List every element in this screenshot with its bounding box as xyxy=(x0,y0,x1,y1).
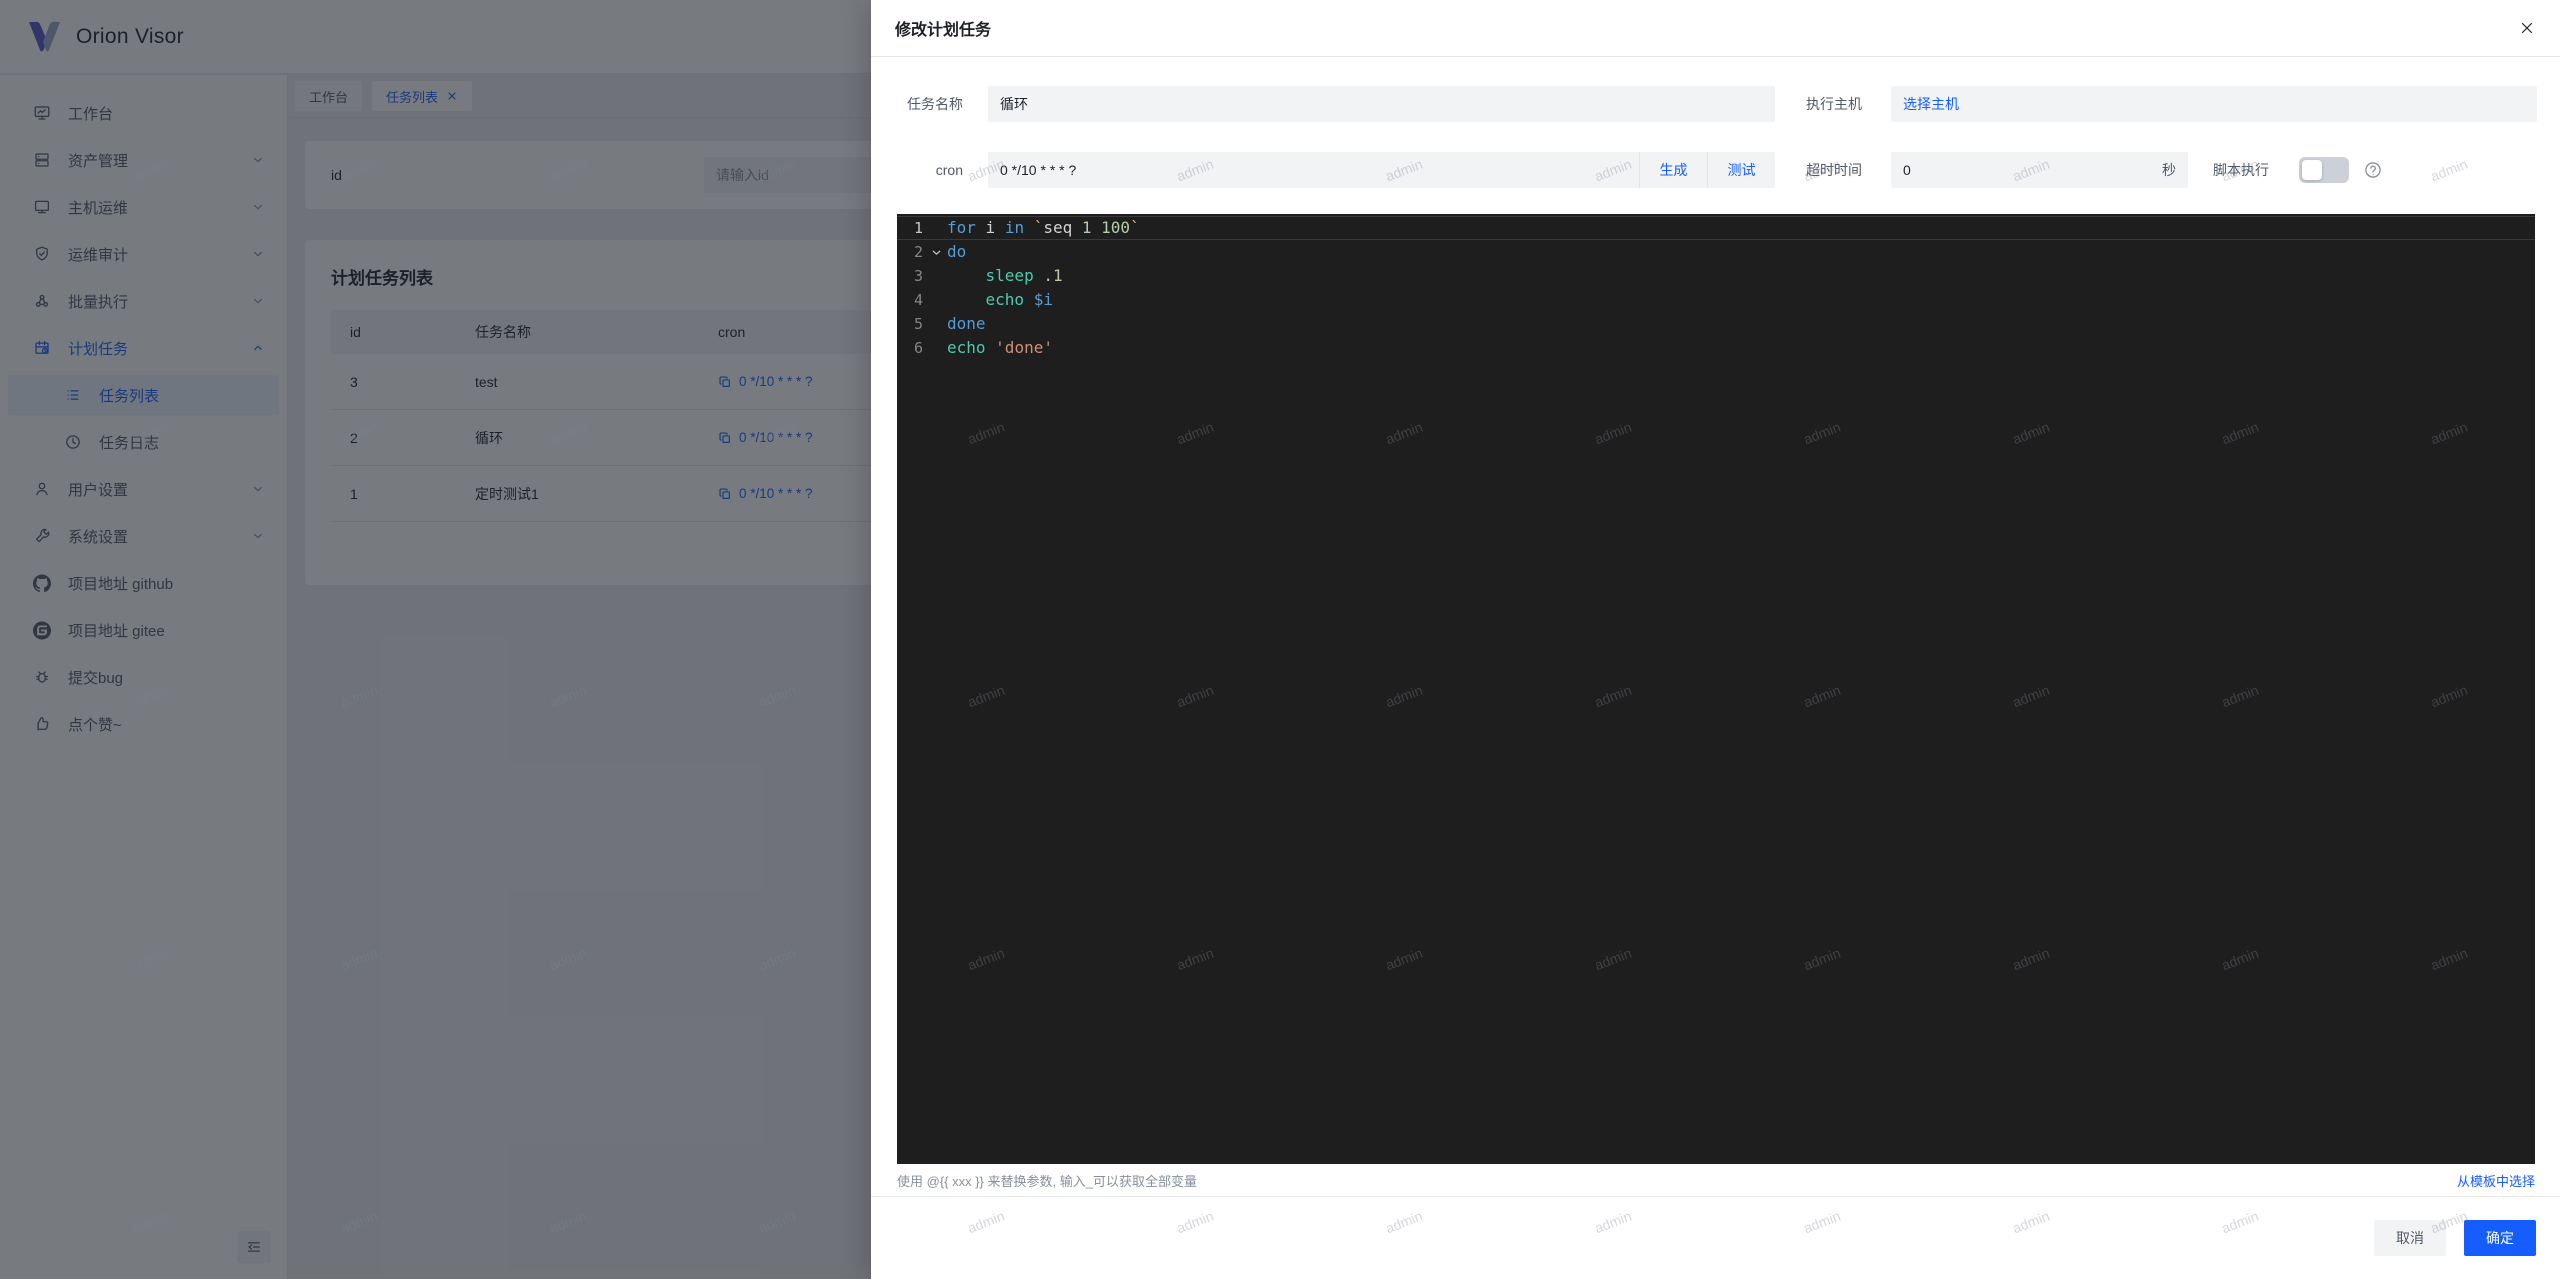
modal-body: 任务名称 执行主机 选择主机 cron 生成 测试 超时时间 秒 脚本执行 xyxy=(871,57,2560,1196)
cron-field: 生成 测试 xyxy=(988,152,1775,188)
ok-button[interactable]: 确定 xyxy=(2464,1220,2536,1256)
cancel-button[interactable]: 取消 xyxy=(2374,1220,2446,1256)
timeout-input[interactable] xyxy=(1891,162,2162,178)
question-circle-icon[interactable] xyxy=(2363,160,2383,180)
param-hint-text: 使用 @{{ xxx }} 来替换参数, 输入_可以获取全部变量 xyxy=(897,1173,1197,1189)
line-number: 5 xyxy=(913,315,923,333)
fold-gutter xyxy=(923,312,947,336)
script-exec-toggle[interactable] xyxy=(2299,157,2349,183)
modal-header: 修改计划任务 xyxy=(871,0,2560,57)
timeout-label: 超时时间 xyxy=(1806,162,1862,178)
cron-input[interactable] xyxy=(988,152,1639,188)
toggle-knob xyxy=(2302,160,2322,180)
task-name-input[interactable] xyxy=(988,86,1775,122)
code-line[interactable]: 4 echo $i xyxy=(897,288,2535,312)
cron-test-button[interactable]: 测试 xyxy=(1707,152,1775,188)
code-line[interactable]: 1 for i in `seq 1 100` xyxy=(897,216,2535,240)
modal-title: 修改计划任务 xyxy=(895,22,992,39)
line-number: 1 xyxy=(913,219,923,237)
code-lines: 1 for i in `seq 1 100` 2 do 3 sleep .1 4 echo… xyxy=(897,214,2535,360)
code-text: done xyxy=(947,314,986,333)
code-text: sleep .1 xyxy=(985,266,1063,285)
code-text: echo $i xyxy=(985,290,1053,309)
fold-gutter xyxy=(923,216,947,240)
exec-host-label: 执行主机 xyxy=(1806,96,1862,112)
fold-gutter xyxy=(923,288,947,312)
code-line[interactable]: 5 done xyxy=(897,312,2535,336)
fold-chevron-icon[interactable] xyxy=(923,240,947,264)
timeout-field: 秒 xyxy=(1891,152,2188,188)
code-line[interactable]: 6 echo 'done' xyxy=(897,336,2535,360)
exec-host-field: 选择主机 xyxy=(1891,86,2537,122)
select-from-template-link[interactable]: 从模板中选择 xyxy=(2457,1171,2535,1190)
fold-gutter xyxy=(923,336,947,360)
task-name-label: 任务名称 xyxy=(907,96,963,112)
code-editor[interactable]: 1 for i in `seq 1 100` 2 do 3 sleep .1 4 echo… xyxy=(897,214,2535,1164)
line-number: 3 xyxy=(913,267,923,285)
line-number: 4 xyxy=(913,291,923,309)
code-line[interactable]: 2 do xyxy=(897,240,2535,264)
code-line[interactable]: 3 sleep .1 xyxy=(897,264,2535,288)
fold-gutter xyxy=(923,264,947,288)
code-text: do xyxy=(947,242,967,261)
timeout-unit: 秒 xyxy=(2162,162,2176,178)
code-text: for i in `seq 1 100` xyxy=(947,218,1140,237)
cron-label: cron xyxy=(935,162,963,178)
select-host-link[interactable]: 选择主机 xyxy=(1903,94,1959,114)
line-number: 2 xyxy=(913,243,923,261)
edit-task-modal: 修改计划任务 任务名称 执行主机 选择主机 cron 生成 测试 超时时间 秒 xyxy=(871,0,2560,1279)
cron-generate-button[interactable]: 生成 xyxy=(1639,152,1707,188)
close-icon[interactable] xyxy=(2518,19,2536,37)
app-root: Orion Visor 工作台资产管理主机运维运维审计批量执行计划任务任务列表任… xyxy=(0,0,2560,1279)
script-exec-label: 脚本执行 xyxy=(2213,162,2269,178)
code-text: echo 'done' xyxy=(947,338,1053,357)
editor-hint-row: 使用 @{{ xxx }} 来替换参数, 输入_可以获取全部变量 从模板中选择 xyxy=(897,1164,2535,1196)
modal-footer: 取消 确定 xyxy=(871,1196,2560,1279)
line-number: 6 xyxy=(913,339,923,357)
